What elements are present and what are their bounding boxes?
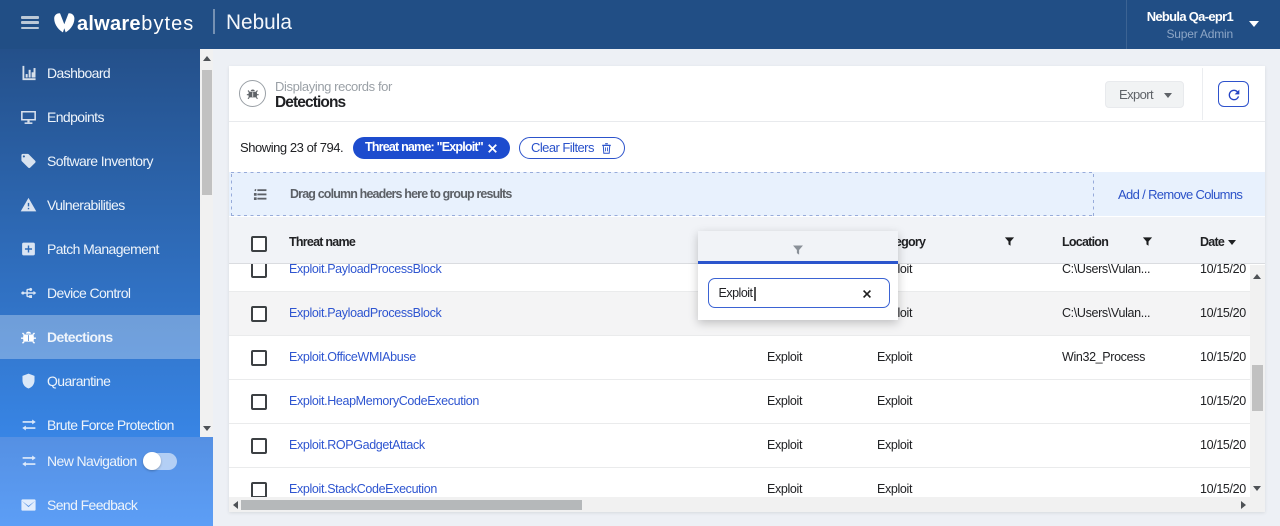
svg-text:alware: alware	[77, 13, 141, 35]
svg-text:bytes: bytes	[141, 13, 194, 35]
